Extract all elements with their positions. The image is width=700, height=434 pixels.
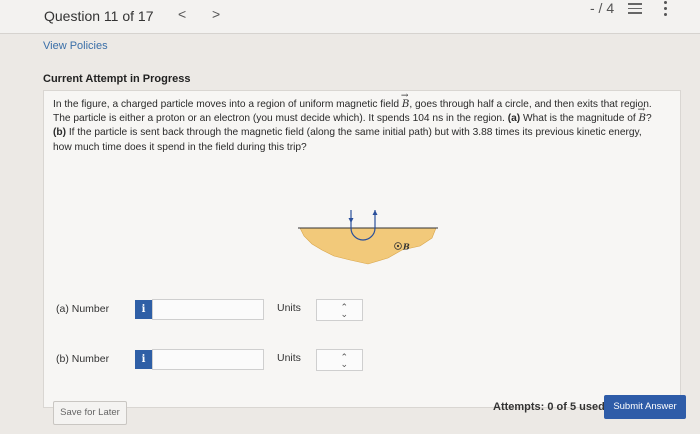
chevron-updown-icon: ⌃ ⌄ [340,302,348,319]
more-options-icon[interactable] [663,1,669,19]
field-region [299,227,437,265]
part-a-units-select[interactable]: ⌃ ⌄ [316,299,363,321]
path-arrow-out [372,210,378,215]
view-policies-link[interactable]: View Policies [43,40,108,52]
vector-b-symbol: B [638,103,646,126]
part-b-units-label: Units [277,352,301,364]
previous-question-button[interactable]: < [178,6,186,22]
part-a-units-label: Units [277,302,301,314]
field-out-of-page-dot [396,244,400,248]
chevron-updown-icon: ⌃ ⌄ [340,352,348,369]
path-arrow-in [348,218,354,223]
top-bar: Question 11 of 17 < > - / 4 [0,0,700,34]
question-title: Question 11 of 17 [44,8,154,24]
part-b-units-select[interactable]: ⌃ ⌄ [316,349,363,371]
next-question-button[interactable]: > [212,6,220,22]
magnetic-field-figure: B [298,210,438,265]
question-text-segment: If the particle is sent back through the… [66,127,642,139]
part-b-number-label: (b) Number [56,353,110,365]
vector-b-symbol: B [401,89,409,112]
question-text-segment: , goes through half a circle, and then e… [409,99,652,110]
part-b-info-button[interactable]: i [135,350,152,369]
attempts-counter: Attempts: 0 of 5 used [493,401,605,413]
part-a-number-input[interactable] [152,299,264,320]
save-for-later-button[interactable]: Save for Later [53,401,127,425]
answer-row-a: (a) Number i Units ⌃ ⌄ [44,297,682,321]
question-box: In the figure, a charged particle moves … [43,89,686,425]
question-text-segment: What is the magnitude of [520,113,639,125]
question-text: In the figure, a charged particle moves … [53,89,677,155]
part-b-number-input[interactable] [152,349,264,370]
attempt-heading: Current Attempt in Progress [43,73,191,85]
question-text-segment: In the figure, a charged particle moves … [53,99,402,110]
question-text-segment: The particle is either a proton or an el… [53,113,508,125]
part-a-tag: (a) [507,113,521,125]
question-text-segment: ? [646,113,652,125]
part-a-info-button[interactable]: i [135,300,152,319]
submit-answer-button[interactable]: Submit Answer [604,395,686,419]
part-a-number-label: (a) Number [56,303,110,315]
question-text-segment: how much time does it spend in the field… [53,141,307,153]
part-b-tag: (b) [53,127,67,139]
question-list-icon[interactable] [628,3,642,15]
question-score: - / 4 [590,0,615,16]
answer-row-b: (b) Number i Units ⌃ ⌄ [44,347,682,371]
field-label: B [402,242,410,252]
main-content: View Policies Current Attempt in Progres… [0,35,700,434]
